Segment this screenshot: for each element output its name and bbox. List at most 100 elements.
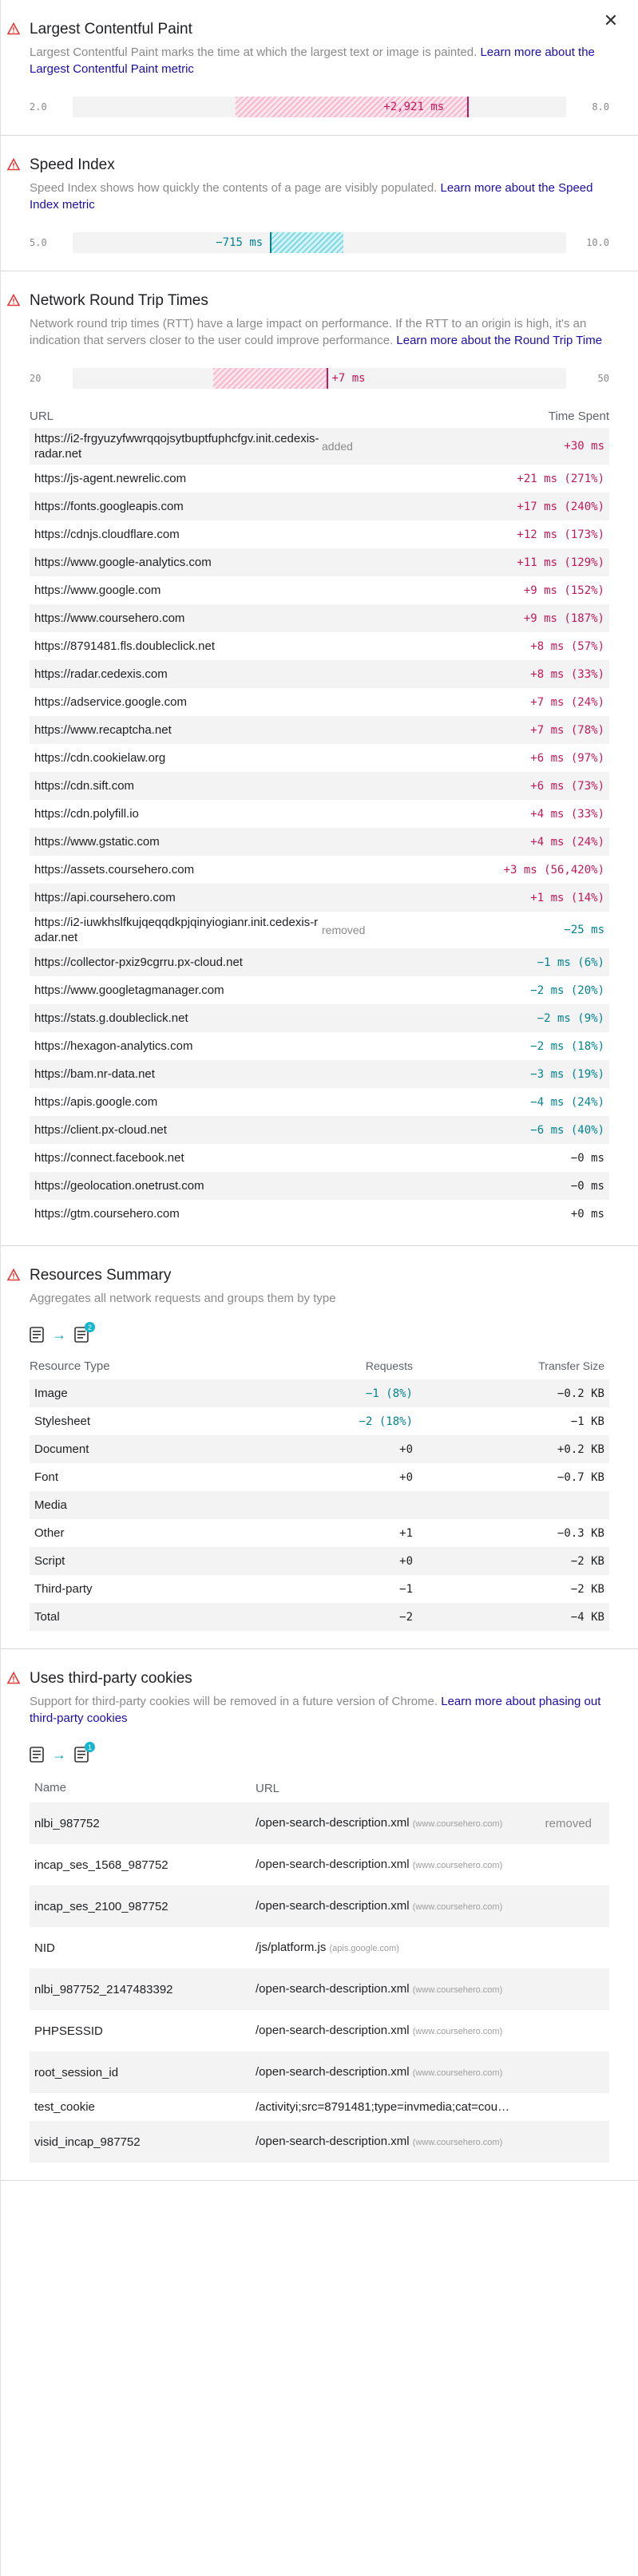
table-row: https://api.coursehero.com +1 ms (14%) — [30, 884, 609, 912]
row-time-delta: +8 ms (57%) — [530, 639, 604, 653]
row-url-path: /open-search-description.xml — [256, 2023, 410, 2037]
rtt-title: Network Round Trip Times — [7, 292, 609, 310]
row-resource-type: Media — [34, 1498, 67, 1512]
count-badge: 2 — [85, 1322, 95, 1332]
row-url[interactable]: https://apis.google.com — [34, 1094, 322, 1110]
row-url[interactable]: /open-search-description.xml (www.course… — [256, 1898, 525, 1915]
row-url-host: (www.coursehero.com) — [412, 1984, 503, 1995]
table-row: https://stats.g.doubleclick.net −2 ms (9%… — [30, 1004, 609, 1032]
row-url[interactable]: https://i2-iuwkhslfkujqeqqdkpjqinyiogian… — [34, 915, 322, 945]
rtt-learn-more-link[interactable]: Learn more about the Round Trip Time — [396, 334, 602, 347]
row-url-path: /open-search-description.xml — [256, 1981, 410, 1996]
row-url[interactable]: https://connect.facebook.net — [34, 1150, 322, 1165]
row-url[interactable]: https://stats.g.doubleclick.net — [34, 1011, 322, 1026]
row-url[interactable]: https://client.px-cloud.net — [34, 1122, 322, 1138]
row-url[interactable]: /activityi;src=8791481;type=invmedia;cat… — [256, 2099, 525, 2115]
rtt-section: Network Round Trip Times Network round t… — [1, 271, 638, 1246]
row-tag: removed — [545, 1816, 592, 1830]
row-url[interactable]: https://cdn.sift.com — [34, 778, 322, 793]
row-time-delta: +1 ms (14%) — [530, 891, 604, 904]
row-url[interactable]: https://adservice.google.com — [34, 694, 322, 710]
table-row: Image −1 (8%) −0.2 KB — [30, 1379, 609, 1407]
row-url[interactable]: https://cdn.cookielaw.org — [34, 750, 322, 766]
row-time-delta: +8 ms (33%) — [530, 667, 604, 681]
row-url[interactable]: https://gtm.coursehero.com — [34, 1206, 322, 1221]
row-url-path: /js/platform.js — [256, 1940, 327, 1954]
si-title: Speed Index — [7, 156, 609, 174]
row-url-host: (www.coursehero.com) — [412, 2137, 503, 2147]
row-url[interactable]: https://cdn.polyfill.io — [34, 806, 322, 821]
row-url[interactable]: https://geolocation.onetrust.com — [34, 1178, 322, 1193]
si-description: Speed Index shows how quickly the conten… — [30, 181, 593, 212]
row-url[interactable]: https://www.google-analytics.com — [34, 555, 322, 570]
lcp-title: Largest Contentful Paint — [7, 21, 609, 38]
row-time-delta: −3 ms (19%) — [530, 1067, 604, 1081]
row-url[interactable]: /open-search-description.xml (www.course… — [256, 1857, 525, 1874]
warning-icon — [7, 158, 20, 171]
row-url-path: /open-search-description.xml — [256, 1815, 410, 1830]
rtt-description: Network round trip times (RTT) have a la… — [30, 317, 603, 347]
row-url[interactable]: https://collector-pxiz9cgrru.px-cloud.ne… — [34, 955, 322, 970]
row-resource-type: Total — [34, 1610, 60, 1624]
row-url[interactable]: https://cdnjs.cloudflare.com — [34, 527, 322, 542]
delta-marker — [327, 368, 329, 389]
row-url[interactable]: https://hexagon-analytics.com — [34, 1039, 322, 1054]
row-transfer-size: −0.7 KB — [557, 1470, 604, 1484]
row-url[interactable]: https://i2-frgyuzyfwwrqqojsytbuptfuphcfg… — [34, 431, 322, 461]
metric-track: +2,921 ms — [73, 97, 566, 117]
row-url[interactable]: /open-search-description.xml (www.course… — [256, 2134, 525, 2151]
row-url[interactable]: /open-search-description.xml (www.course… — [256, 1981, 525, 1998]
table-row: PHPSESSID/open-search-description.xml (w… — [30, 2010, 609, 2052]
row-requests: −1 — [399, 1582, 413, 1596]
row-url[interactable]: https://www.googletagmanager.com — [34, 983, 322, 998]
table-row: https://cdn.polyfill.io +4 ms (33%) — [30, 800, 609, 828]
row-url[interactable]: /js/platform.js (apis.google.com) — [256, 1940, 525, 1957]
row-url[interactable]: https://www.recaptcha.net — [34, 722, 322, 738]
row-url[interactable]: /open-search-description.xml (www.course… — [256, 2023, 525, 2040]
row-cookie-name: NID — [34, 1941, 55, 1955]
table-row: https://fonts.googleapis.com +17 ms (240%… — [30, 493, 609, 520]
rtt-table: https://i2-frgyuzyfwwrqqojsytbuptfuphcfg… — [30, 428, 609, 1228]
row-cookie-name: visid_incap_987752 — [34, 2135, 141, 2149]
row-url-path: /activityi;src=8791481;type=invmedia;cat… — [256, 2100, 510, 2114]
row-transfer-size: −0.3 KB — [557, 1526, 604, 1540]
row-time-delta: −1 ms (6%) — [537, 956, 604, 969]
row-cookie-name: root_session_id — [34, 2065, 119, 2079]
delta-label: +7 ms — [331, 372, 366, 385]
speed-index-section: Speed Index Speed Index shows how quickl… — [1, 136, 638, 271]
row-transfer-size: +0.2 KB — [557, 1442, 604, 1456]
warning-icon — [7, 294, 20, 307]
row-url[interactable]: https://assets.coursehero.com — [34, 862, 322, 877]
row-url[interactable]: https://api.coursehero.com — [34, 890, 322, 905]
row-url[interactable]: https://www.gstatic.com — [34, 834, 322, 849]
row-url-host: (www.coursehero.com) — [412, 1901, 503, 1912]
table-row: https://www.googletagmanager.com −2 ms (2… — [30, 976, 609, 1004]
row-url[interactable]: /open-search-description.xml (www.course… — [256, 1815, 525, 1832]
row-requests: −2 — [399, 1610, 413, 1624]
row-url[interactable]: https://www.coursehero.com — [34, 611, 322, 626]
table-row: https://client.px-cloud.net −6 ms (40%) — [30, 1116, 609, 1144]
delta-marker — [467, 97, 470, 117]
row-url[interactable]: /open-search-description.xml (www.course… — [256, 2064, 525, 2081]
table-row: https://i2-iuwkhslfkujqeqqdkpjqinyiogian… — [30, 912, 609, 948]
table-row: https://www.google-analytics.com +11 ms (… — [30, 548, 609, 576]
row-url[interactable]: https://8791481.fls.doubleclick.net — [34, 639, 322, 654]
row-url-path: /open-search-description.xml — [256, 2134, 410, 2148]
table-row: https://adservice.google.com +7 ms (24%) — [30, 688, 609, 716]
table-row: Other +1 −0.3 KB — [30, 1519, 609, 1547]
row-url[interactable]: https://bam.nr-data.net — [34, 1066, 322, 1082]
row-url[interactable]: https://radar.cedexis.com — [34, 667, 322, 682]
table-row: https://collector-pxiz9cgrru.px-cloud.ne… — [30, 948, 609, 976]
row-cookie-name: nlbi_987752 — [34, 1816, 100, 1830]
row-url[interactable]: https://www.google.com — [34, 583, 322, 598]
row-time-delta: −25 ms — [564, 924, 604, 936]
document-icon: 1 — [74, 1742, 95, 1763]
row-time-delta: +6 ms (97%) — [530, 751, 604, 765]
row-url[interactable]: https://fonts.googleapis.com — [34, 499, 322, 514]
row-url[interactable]: https://js-agent.newrelic.com — [34, 471, 322, 486]
table-row: Document +0 +0.2 KB — [30, 1435, 609, 1463]
row-cookie-name: test_cookie — [34, 2100, 95, 2114]
delta-bar — [213, 368, 327, 389]
table-row: https://gtm.coursehero.com +0 ms — [30, 1200, 609, 1228]
row-transfer-size: −2 KB — [570, 1554, 604, 1568]
